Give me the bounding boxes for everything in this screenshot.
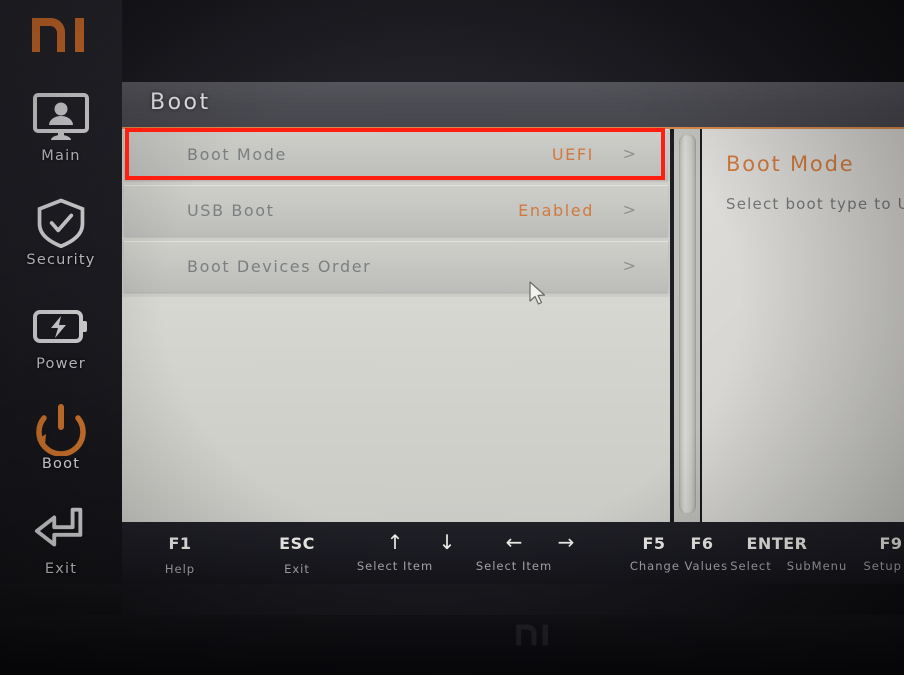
menu-row-usb-boot[interactable]: USB Boot Enabled > — [124, 185, 668, 236]
fnkey-desc: Exit — [284, 562, 310, 576]
monitor-user-icon — [0, 92, 122, 144]
fnkey-desc-setup-defaults: Setup D — [855, 559, 904, 573]
page-header: Boot — [122, 82, 904, 129]
fnkey-desc-select: Select — [720, 559, 782, 573]
sidebar-item-label: Exit — [44, 561, 78, 577]
shield-check-icon — [0, 196, 122, 249]
fnkey-f1[interactable]: F1 Help — [148, 534, 212, 576]
sidebar-item-exit[interactable]: Exit — [0, 505, 122, 577]
sidebar: Main Security Power Boot Exit — [0, 0, 122, 615]
fnkey-f5[interactable]: F5 — [631, 534, 677, 553]
fnkey-desc: Select Item — [475, 559, 553, 573]
fnkey-label: F6 — [690, 534, 714, 553]
sidebar-item-security[interactable]: Security — [0, 196, 122, 268]
sidebar-item-label: Main — [41, 148, 81, 164]
settings-list: Boot Mode UEFI > USB Boot Enabled > Boot… — [122, 129, 670, 522]
bezel-mi-logo-icon — [515, 622, 553, 648]
help-panel: Boot Mode Select boot type to U — [702, 129, 904, 522]
fnkey-esc[interactable]: ESC Exit — [262, 534, 332, 576]
arrow-right-icon: → — [557, 530, 575, 554]
row-label: Boot Mode — [187, 145, 287, 164]
fnkey-desc: SubMenu — [786, 559, 848, 573]
sidebar-item-power[interactable]: Power — [0, 300, 122, 372]
sidebar-item-main[interactable]: Main — [0, 92, 122, 164]
fnkey-desc: Help — [164, 562, 196, 576]
fnkey-label: F9 — [879, 534, 903, 553]
power-refresh-icon — [0, 400, 122, 457]
laptop-bezel: CSDN @ReLesEason — [0, 615, 904, 675]
fnkey-desc: Select — [730, 559, 772, 573]
sidebar-item-label: Boot — [41, 456, 81, 472]
scrollbar-thumb[interactable] — [679, 134, 696, 514]
chevron-right-icon: > — [622, 144, 636, 163]
menu-row-boot-devices-order[interactable]: Boot Devices Order > — [124, 241, 668, 292]
help-title: Boot Mode — [726, 152, 855, 176]
scrollbar-track[interactable] — [674, 129, 700, 522]
bios-screen: Boot Boot Mode UEFI > USB Boot Enabled >… — [122, 82, 904, 522]
row-value: Enabled — [518, 201, 594, 220]
chevron-right-icon: > — [622, 256, 636, 275]
row-label: Boot Devices Order — [187, 257, 372, 276]
list-empty-area — [122, 297, 670, 522]
fnkey-arrow-right[interactable]: → — [546, 530, 586, 554]
fnkey-desc: Select Item — [356, 559, 434, 573]
row-label: USB Boot — [187, 201, 275, 220]
fnkey-f9[interactable]: F9 — [868, 534, 904, 553]
fnkey-label: F1 — [168, 534, 192, 553]
bios-photo: Main Security Power Boot Exit Boot Boot … — [0, 0, 904, 675]
page-title: Boot — [150, 90, 211, 115]
sidebar-item-label: Security — [26, 252, 96, 268]
row-value: UEFI — [551, 145, 594, 164]
sidebar-item-boot[interactable]: Boot — [0, 400, 122, 472]
fnkey-enter[interactable]: ENTER — [729, 534, 825, 553]
fnkey-desc-submenu: SubMenu — [777, 559, 857, 573]
fnkey-label: ESC — [279, 534, 315, 553]
mi-logo — [30, 14, 92, 56]
chevron-right-icon: > — [622, 200, 636, 219]
return-arrow-icon — [0, 505, 122, 557]
battery-bolt-icon — [0, 300, 122, 352]
fnkey-f6[interactable]: F6 — [679, 534, 725, 553]
fnkey-label: F5 — [642, 534, 666, 553]
help-description: Select boot type to U — [726, 195, 904, 213]
sidebar-item-label: Power — [36, 356, 86, 372]
menu-row-boot-mode[interactable]: Boot Mode UEFI > — [124, 129, 668, 180]
fnkey-desc: Setup D — [863, 559, 904, 573]
fnkey-label: ENTER — [746, 534, 808, 553]
function-key-bar: F1 Help ESC Exit ↑ Select Item ↓ ← Selec… — [122, 522, 904, 584]
sidebar-bottom-filler — [0, 584, 122, 615]
mouse-cursor — [528, 281, 548, 311]
